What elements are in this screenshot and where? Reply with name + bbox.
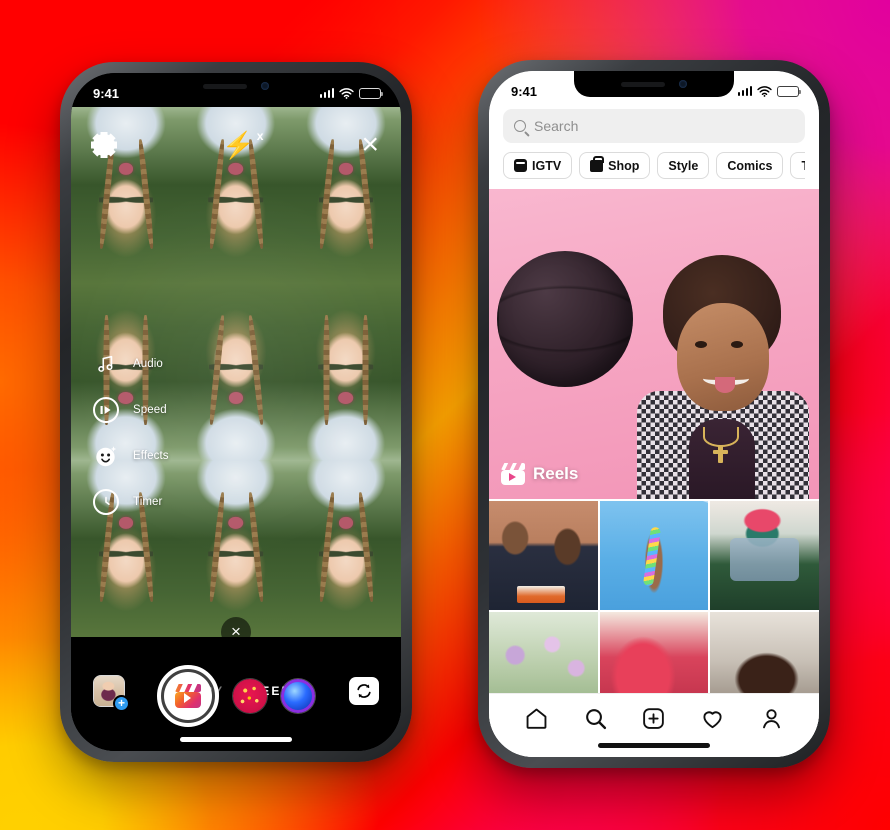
reels-badge-label: Reels [533,464,579,483]
reels-clapper-icon [175,684,201,708]
search-placeholder: Search [534,118,579,134]
wifi-icon [757,85,772,97]
heart-icon [703,711,722,729]
timer-icon [93,489,119,515]
side-menu-label: Audio [133,358,163,370]
chip-label: Shop [608,158,640,173]
kaleido-tile [291,460,401,637]
chip-shop[interactable]: Shop [579,152,651,179]
close-icon: × [231,622,241,641]
chip-label: IGTV [532,158,562,173]
phone-device-right: Search IGTV Shop Style Comics Reels 9:41 [478,60,830,768]
camera-side-menu: Audio Speed Effects Timer [93,351,169,515]
dismiss-effect-button[interactable]: × [221,617,251,647]
speed-icon [93,397,119,423]
side-menu-label: Effects [133,450,169,462]
grid-cell-3[interactable] [710,501,819,610]
phone-screen-right: Search IGTV Shop Style Comics Reels 9:41 [489,71,819,757]
featured-person-image [619,249,809,499]
tab-search[interactable] [582,706,608,732]
side-menu-label: Speed [133,404,167,416]
featured-reel-card[interactable]: Reels [489,189,819,499]
home-indicator-left [180,737,292,742]
cellular-bars-icon [737,86,752,96]
flash-off-icon: ⚡ x [222,129,264,160]
battery-icon [359,87,383,99]
explore-content: Reels [489,189,819,757]
tab-home[interactable] [523,706,549,732]
grid-cell-1[interactable] [489,501,598,610]
grid-cell-2[interactable] [599,501,709,610]
gear-icon [92,133,116,157]
effect-sparkle-red[interactable] [233,679,267,713]
close-button[interactable]: × [361,130,379,160]
camera-top-controls: ⚡ x × [71,117,401,173]
side-menu-item-audio[interactable]: Audio [93,351,169,377]
chip-style[interactable]: Style [657,152,710,179]
reels-camera-screen: 9:41 ⚡ x × Audio Speed Effects Timer × +… [71,73,401,751]
kaleido-tile-center [181,283,291,461]
shopping-bag-icon [590,155,605,172]
tab-activity[interactable] [700,706,726,732]
chip-igtv[interactable]: IGTV [503,152,573,179]
effects-face-icon [93,443,119,469]
phone-screen-left: 9:41 ⚡ x × Audio Speed Effects Timer × +… [71,73,401,751]
search-icon [514,120,526,132]
status-time: 9:41 [93,85,120,101]
notch-right [574,71,734,97]
side-menu-item-timer[interactable]: Timer [93,489,169,515]
phone-device-left: 9:41 ⚡ x × Audio Speed Effects Timer × +… [60,62,412,762]
kaleido-tile [291,283,401,461]
side-menu-item-effects[interactable]: Effects [93,443,169,469]
plus-square-icon [643,708,665,729]
explore-grid [489,501,819,721]
reels-clapper-icon [501,463,525,485]
effect-blue-orb[interactable] [281,679,315,713]
record-button-inner [164,672,212,720]
status-time: 9:41 [511,83,538,99]
record-button[interactable] [157,665,219,727]
front-camera-icon [261,82,269,90]
category-chip-row[interactable]: IGTV Shop Style Comics TV & Movies [503,143,805,189]
wifi-icon [339,87,354,99]
basketball-image [497,251,633,387]
search-icon [585,709,606,730]
chip-label: Comics [727,158,773,173]
kaleido-tile [181,460,291,637]
reels-badge: Reels [501,463,578,485]
flash-button[interactable]: ⚡ x [222,129,264,160]
notch-left [156,73,316,99]
side-menu-label: Timer [133,496,163,508]
front-camera-icon [679,80,687,88]
tab-create[interactable] [641,706,667,732]
chip-comics[interactable]: Comics [716,152,784,179]
chip-label: TV & Movies [801,159,805,173]
chip-tv-movies[interactable]: TV & Movies [790,152,805,179]
home-icon [526,708,547,729]
home-indicator-right [598,743,710,748]
search-input[interactable]: Search [503,109,805,143]
tab-profile[interactable] [759,706,785,732]
cellular-bars-icon [319,88,334,98]
chip-label: Style [668,158,699,173]
explore-screen: Search IGTV Shop Style Comics Reels 9:41 [489,71,819,757]
igtv-icon [514,159,527,172]
music-note-icon [93,351,119,377]
side-menu-item-speed[interactable]: Speed [93,397,169,423]
close-icon: × [361,128,379,161]
speaker-grille [203,83,247,89]
speaker-grille [621,81,665,87]
shutter-row [71,663,401,729]
battery-icon [777,85,801,97]
settings-button[interactable] [92,133,116,157]
person-icon [763,709,781,729]
